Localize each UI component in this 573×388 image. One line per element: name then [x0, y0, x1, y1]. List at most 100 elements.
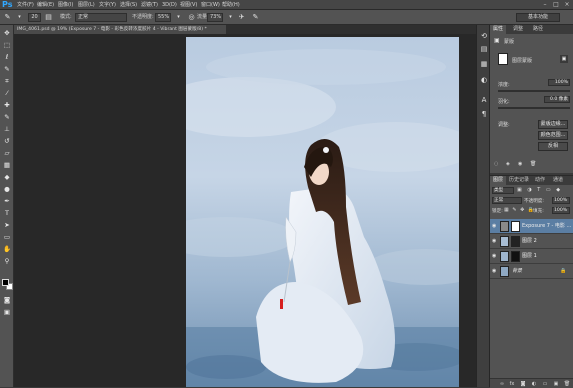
- adjustments-panel-icon[interactable]: ◐: [479, 75, 489, 85]
- close-icon[interactable]: ×: [562, 0, 572, 9]
- hand-icon[interactable]: ✋: [2, 244, 12, 254]
- layer-row-1[interactable]: ◉ 图层 1: [490, 249, 573, 264]
- mask-edge-button[interactable]: 蒙版边缘...: [538, 120, 568, 129]
- flow-field[interactable]: 73%: [207, 13, 223, 22]
- history-brush-icon[interactable]: ↺: [2, 136, 12, 146]
- character-panel-icon[interactable]: A: [479, 95, 489, 105]
- menu-view[interactable]: 视图(V): [180, 0, 197, 10]
- eye-icon[interactable]: ◉: [492, 238, 498, 244]
- load-selection-icon[interactable]: ◌: [494, 161, 502, 169]
- brush-panel-icon[interactable]: ▤: [43, 12, 54, 23]
- filter-icons[interactable]: ▣ ◑ T ▭ ◆: [517, 187, 571, 194]
- feather-slider[interactable]: [498, 107, 570, 109]
- tab-paths[interactable]: 路径: [530, 25, 546, 34]
- menu-file[interactable]: 文件(F): [17, 0, 34, 10]
- stamp-icon[interactable]: ⊥: [2, 124, 12, 134]
- tab-channels[interactable]: 通道: [550, 176, 566, 185]
- density-slider[interactable]: [498, 90, 570, 92]
- lasso-icon[interactable]: ℓ: [2, 52, 12, 62]
- chevron-down-icon[interactable]: ▾: [14, 12, 25, 23]
- brush-size-field[interactable]: 20: [28, 13, 41, 22]
- vector-mask-icon[interactable]: ▣: [560, 55, 568, 63]
- pressure-opacity-icon[interactable]: ◎: [186, 12, 197, 23]
- tab-actions[interactable]: 动作: [532, 176, 548, 185]
- quick-mask-icon[interactable]: ◙: [2, 295, 12, 305]
- layer-kind-filter[interactable]: 类型: [492, 187, 514, 194]
- layer-opacity-field[interactable]: 100%: [552, 197, 570, 204]
- tab-adjustments[interactable]: 调整: [510, 25, 526, 34]
- zoom-icon[interactable]: ⚲: [2, 256, 12, 266]
- menu-type[interactable]: 文字(Y): [99, 0, 116, 10]
- layer-row-background[interactable]: ◉ 背景 🔒: [490, 264, 573, 279]
- layer-thumbnail: [500, 236, 509, 247]
- layer-mask-thumbnail[interactable]: [498, 53, 508, 65]
- history-panel-icon[interactable]: ⟲: [479, 31, 489, 41]
- menu-image[interactable]: 图像(I): [58, 0, 73, 10]
- screen-mode-icon[interactable]: ▣: [2, 307, 12, 317]
- dodge-icon[interactable]: ●: [2, 184, 12, 194]
- color-range-button[interactable]: 颜色范围...: [538, 131, 568, 140]
- menu-3d[interactable]: 3D(D): [162, 0, 177, 10]
- layer-row-exposure[interactable]: ◉ Exposure 7 - 电影 ...: [490, 219, 573, 234]
- apply-mask-icon[interactable]: ◈: [506, 161, 514, 169]
- document-tab[interactable]: IMG_4061.psd @ 19% (Exposure 7 - 电影 - 彩色…: [14, 25, 226, 34]
- pen-icon[interactable]: ✒: [2, 196, 12, 206]
- quick-select-icon[interactable]: ✎: [2, 64, 12, 74]
- pressure-size-icon[interactable]: ✎: [250, 12, 261, 23]
- mode-select[interactable]: 正常: [75, 13, 127, 22]
- menu-edit[interactable]: 编辑(E): [37, 0, 54, 10]
- minimize-icon[interactable]: –: [540, 0, 550, 9]
- path-select-icon[interactable]: ➤: [2, 220, 12, 230]
- menu-select[interactable]: 选择(S): [120, 0, 137, 10]
- eye-icon[interactable]: ◉: [492, 253, 498, 259]
- feather-field[interactable]: 0.0 像素: [544, 96, 570, 103]
- maximize-icon[interactable]: □: [551, 0, 561, 9]
- type-icon[interactable]: T: [2, 208, 12, 218]
- properties-tabstrip: 属性 调整 路径: [490, 25, 573, 34]
- document-photo[interactable]: [186, 37, 459, 387]
- opacity-dropdown-icon[interactable]: ▾: [173, 12, 184, 23]
- visibility-icon[interactable]: ◉: [518, 161, 526, 169]
- foreground-color-swatch[interactable]: [2, 279, 9, 286]
- density-field[interactable]: 100%: [548, 79, 570, 86]
- mask-thumbnail[interactable]: [511, 221, 520, 232]
- lock-icons[interactable]: ▦ ✎ ✥ 🔒: [504, 207, 535, 213]
- brush-tool-icon[interactable]: ✎: [2, 12, 13, 23]
- opacity-field[interactable]: 55%: [155, 13, 171, 22]
- paragraph-panel-icon[interactable]: ¶: [479, 109, 489, 119]
- crop-icon[interactable]: ⌗: [2, 76, 12, 86]
- tab-properties[interactable]: 属性: [490, 25, 507, 34]
- menu-layer[interactable]: 图层(L): [78, 0, 95, 10]
- fill-field[interactable]: 100%: [552, 207, 570, 214]
- delete-mask-icon[interactable]: 🗑: [530, 161, 538, 169]
- gradient-icon[interactable]: ▦: [2, 160, 12, 170]
- layer-row-2[interactable]: ◉ 图层 2: [490, 234, 573, 249]
- brush-icon[interactable]: ✎: [2, 112, 12, 122]
- mask-thumbnail[interactable]: [511, 236, 520, 247]
- eraser-icon[interactable]: ▱: [2, 148, 12, 158]
- eye-icon[interactable]: ◉: [492, 268, 498, 274]
- blend-mode-select[interactable]: 正常: [492, 197, 522, 204]
- marquee-icon[interactable]: ⬚: [2, 40, 12, 50]
- swatches-panel-icon[interactable]: ▦: [479, 59, 489, 69]
- menu-bar: Ps 文件(F) 编辑(E) 图像(I) 图层(L) 文字(Y) 选择(S) 滤…: [0, 0, 573, 10]
- workspace-select[interactable]: 基本功能: [516, 13, 560, 22]
- healing-icon[interactable]: ✚: [2, 100, 12, 110]
- eye-icon[interactable]: ◉: [492, 223, 498, 229]
- flow-dropdown-icon[interactable]: ▾: [225, 12, 236, 23]
- move-icon[interactable]: ✥: [2, 28, 12, 38]
- menu-window[interactable]: 窗口(W): [201, 0, 220, 10]
- airbrush-icon[interactable]: ✈: [236, 12, 247, 23]
- refine-label: 调整:: [498, 122, 510, 128]
- tab-history[interactable]: 历史记录: [506, 176, 532, 185]
- mask-thumbnail[interactable]: [511, 251, 520, 262]
- mode-label: 模式:: [60, 14, 72, 20]
- eyedropper-icon[interactable]: ⁄: [2, 88, 12, 98]
- tab-layers[interactable]: 图层: [490, 176, 507, 185]
- menu-filter[interactable]: 滤镜(T): [141, 0, 158, 10]
- menu-help[interactable]: 帮助(H): [222, 0, 240, 10]
- properties-panel-icon[interactable]: ▤: [479, 44, 489, 54]
- shape-icon[interactable]: ▭: [2, 232, 12, 242]
- invert-button[interactable]: 反相: [538, 142, 568, 151]
- blur-icon[interactable]: ◆: [2, 172, 12, 182]
